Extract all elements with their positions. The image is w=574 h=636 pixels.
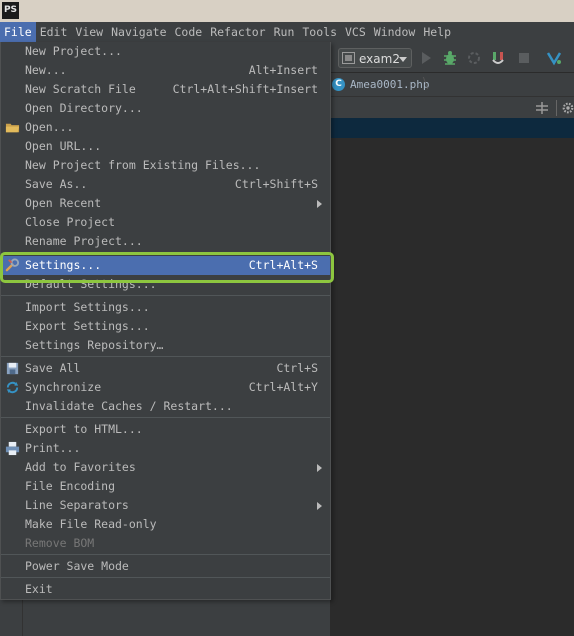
submenu-arrow-icon	[317, 200, 322, 208]
file-breadcrumb[interactable]: C Amea0001.php	[330, 75, 429, 93]
menu-edit[interactable]: Edit	[36, 22, 72, 42]
menu-vcs[interactable]: VCS	[341, 22, 370, 42]
menu-item-new[interactable]: New... Alt+Insert	[1, 61, 330, 80]
menu-run[interactable]: Run	[270, 22, 299, 42]
submenu-arrow-icon	[317, 502, 322, 510]
file-menu-dropdown: New Project... New... Alt+Insert New Scr…	[0, 42, 331, 600]
shortcut-label: Ctrl+Shift+S	[234, 177, 318, 191]
phpstorm-logo: PS	[2, 2, 19, 19]
menu-item-save-all[interactable]: Save All Ctrl+S	[1, 359, 330, 378]
menu-item-invalidate-caches[interactable]: Invalidate Caches / Restart...	[1, 397, 330, 416]
menu-item-add-to-favorites[interactable]: Add to Favorites	[1, 458, 330, 477]
menu-view[interactable]: View	[71, 22, 107, 42]
gear-icon[interactable]	[562, 101, 574, 115]
menu-window[interactable]: Window	[370, 22, 420, 42]
vcs-update-icon[interactable]	[546, 50, 562, 66]
menu-separator	[1, 417, 330, 418]
debug-icon[interactable]	[442, 50, 458, 66]
menu-bar: File Edit View Navigate Code Refactor Ru…	[0, 22, 574, 42]
menu-item-print[interactable]: Print...	[1, 439, 330, 458]
menu-item-file-encoding[interactable]: File Encoding	[1, 477, 330, 496]
menu-separator	[1, 554, 330, 555]
menu-item-open[interactable]: Open...	[1, 118, 330, 137]
menu-help[interactable]: Help	[419, 22, 455, 42]
editor-tools-row	[330, 96, 574, 119]
menu-item-save-as[interactable]: Save As.. Ctrl+Shift+S	[1, 175, 330, 194]
run-configuration-label: exam2	[359, 52, 400, 66]
split-icon[interactable]	[535, 101, 549, 115]
run-icon[interactable]	[418, 50, 434, 66]
menu-item-close-project[interactable]: Close Project	[1, 213, 330, 232]
printer-icon	[5, 441, 20, 456]
menu-separator	[1, 295, 330, 296]
menu-item-make-file-read-only[interactable]: Make File Read-only	[1, 515, 330, 534]
menu-item-import-settings[interactable]: Import Settings...	[1, 298, 330, 317]
php-class-icon: C	[332, 77, 345, 91]
shortcut-label: Ctrl+Alt+Y	[248, 380, 318, 394]
menu-separator	[1, 356, 330, 357]
menu-separator	[1, 577, 330, 578]
menu-code[interactable]: Code	[171, 22, 207, 42]
highlight-callout	[0, 252, 334, 283]
menu-item-open-recent[interactable]: Open Recent	[1, 194, 330, 213]
folder-icon	[5, 123, 20, 133]
menu-item-remove-bom: Remove BOM	[25, 536, 95, 550]
menu-item-synchronize[interactable]: Synchronize Ctrl+Alt+Y	[1, 378, 330, 397]
navigation-bar: C Amea0001.php	[330, 73, 574, 95]
title-bar: PS	[0, 0, 574, 22]
shortcut-label: Ctrl+Alt+Shift+Insert	[172, 82, 318, 96]
menu-item-open-directory[interactable]: Open Directory...	[1, 99, 330, 118]
toolbar-divider	[556, 100, 557, 116]
menu-tools[interactable]: Tools	[298, 22, 341, 42]
menu-item-new-scratch-file[interactable]: New Scratch File Ctrl+Alt+Shift+Insert	[1, 80, 330, 99]
menu-item-new-project[interactable]: New Project...	[1, 42, 330, 61]
editor-area[interactable]	[330, 118, 574, 636]
listen-debug-icon[interactable]	[490, 50, 506, 66]
menu-item-new-project-from-existing-files[interactable]: New Project from Existing Files...	[1, 156, 330, 175]
shortcut-label: Ctrl+S	[276, 361, 318, 375]
run-configuration-select[interactable]: exam2	[338, 48, 412, 68]
main-toolbar: exam2	[330, 44, 574, 73]
menu-item-line-separators[interactable]: Line Separators	[1, 496, 330, 515]
menu-item-open-url[interactable]: Open URL...	[1, 137, 330, 156]
stop-icon[interactable]	[516, 50, 532, 66]
menu-item-settings-repository[interactable]: Settings Repository…	[1, 336, 330, 355]
menu-item-exit[interactable]: Exit	[1, 580, 330, 599]
editor-current-line	[330, 118, 574, 138]
menu-navigate[interactable]: Navigate	[107, 22, 170, 42]
submenu-arrow-icon	[317, 464, 322, 472]
menu-item-power-save-mode[interactable]: Power Save Mode	[1, 557, 330, 576]
sync-icon	[6, 381, 19, 394]
coverage-icon[interactable]	[466, 50, 482, 66]
run-config-icon	[342, 52, 355, 64]
menu-item-export-settings[interactable]: Export Settings...	[1, 317, 330, 336]
menu-item-export-to-html[interactable]: Export to HTML...	[1, 420, 330, 439]
menu-refactor[interactable]: Refactor	[206, 22, 269, 42]
menu-item-rename-project[interactable]: Rename Project...	[1, 232, 330, 251]
chevron-down-icon	[399, 57, 407, 62]
menu-file[interactable]: File	[0, 22, 36, 42]
save-icon	[6, 362, 19, 375]
shortcut-label: Alt+Insert	[248, 63, 318, 77]
